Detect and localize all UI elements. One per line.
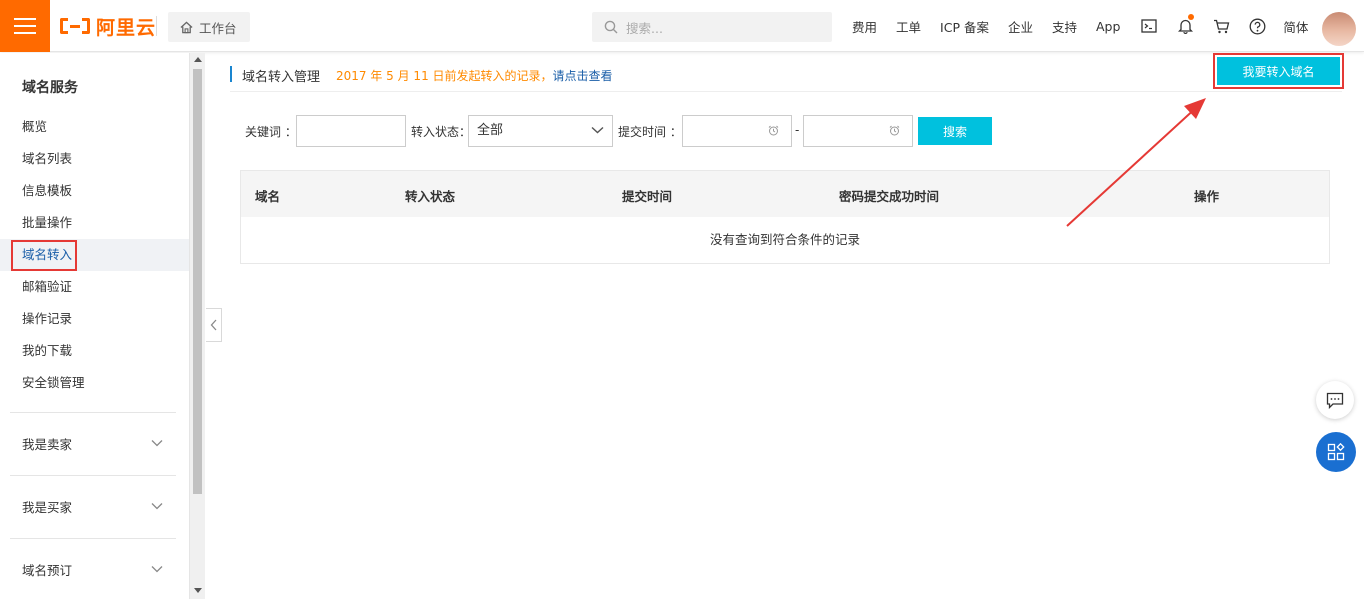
status-select[interactable]: 全部 — [468, 115, 613, 147]
chevron-down-icon — [591, 126, 604, 134]
chevron-down-icon — [151, 440, 163, 447]
filter-bar: 关键词 ： 转入状态： 全部 提交时间 ： - 搜索 — [245, 115, 1005, 147]
transfer-domain-button-highlight: 我要转入域名 — [1213, 53, 1344, 89]
workbench-button[interactable]: 工作台 — [168, 12, 250, 42]
sidebar-group-buyer[interactable]: 我是买家 — [0, 488, 189, 528]
chevron-down-icon — [151, 566, 163, 573]
sidebar-item-overview[interactable]: 概览 — [0, 111, 189, 143]
status-label: 转入状态： — [411, 125, 472, 139]
global-search-input[interactable]: 搜索... — [592, 12, 832, 42]
chat-icon — [1326, 392, 1344, 409]
notice-link[interactable]: 请点击查看 — [553, 69, 613, 83]
notification-bell-icon[interactable] — [1175, 14, 1195, 36]
status-selected-value: 全部 — [477, 123, 504, 138]
end-date-input[interactable] — [803, 115, 913, 147]
column-header-status: 转入状态 — [405, 189, 456, 204]
cart-icon[interactable] — [1211, 16, 1231, 36]
search-button[interactable]: 搜索 — [918, 117, 992, 145]
scroll-up-arrow[interactable] — [194, 57, 202, 62]
clock-icon — [889, 125, 900, 136]
hamburger-menu-button[interactable] — [0, 0, 50, 52]
sidebar-item-domain-transfer[interactable]: 域名转入 — [0, 239, 189, 271]
nav-icp[interactable]: ICP 备案 — [940, 17, 989, 36]
sidebar-item-email-verify[interactable]: 邮箱验证 — [0, 271, 189, 303]
help-icon[interactable] — [1247, 16, 1267, 36]
start-date-input[interactable] — [682, 115, 792, 147]
submit-time-label: 提交时间 ： — [618, 125, 682, 139]
sidebar: 域名服务 概览 域名列表 信息模板 批量操作 域名转入 邮箱验证 操作记录 我的… — [0, 53, 189, 599]
menu-icon-line — [14, 25, 36, 27]
annotation-arrow — [1066, 98, 1206, 227]
sidebar-group-reservation[interactable]: 域名预订 — [0, 551, 189, 591]
search-icon — [604, 20, 618, 34]
scroll-thumb[interactable] — [193, 69, 202, 494]
scroll-down-arrow[interactable] — [194, 588, 202, 593]
chevron-down-icon — [151, 503, 163, 510]
chat-support-button[interactable] — [1316, 381, 1354, 419]
annotation-highlight-box — [11, 240, 77, 271]
nav-app[interactable]: App — [1096, 19, 1120, 34]
sidebar-group-seller[interactable]: 我是卖家 — [0, 425, 189, 465]
page-header: 域名转入管理 2017 年 5 月 11 日前发起转入的记录，请点击查看 — [230, 62, 1342, 92]
top-nav: 费用 工单 ICP 备案 企业 支持 App 简体 — [852, 0, 1327, 52]
keyword-label: 关键词 ： — [245, 125, 297, 139]
nav-tickets[interactable]: 工单 — [896, 17, 921, 36]
nav-support[interactable]: 支持 — [1052, 17, 1077, 36]
apps-grid-icon — [1327, 443, 1345, 461]
home-icon — [180, 21, 193, 33]
workbench-label: 工作台 — [199, 20, 237, 36]
sidebar-item-info-template[interactable]: 信息模板 — [0, 175, 189, 207]
menu-icon-line — [14, 32, 36, 34]
sidebar-divider — [10, 475, 176, 476]
sidebar-item-domain-list[interactable]: 域名列表 — [0, 143, 189, 175]
date-range-separator: - — [795, 123, 800, 137]
sidebar-divider — [10, 538, 176, 539]
sidebar-divider — [10, 412, 176, 413]
page-title: 域名转入管理 — [242, 70, 321, 85]
sidebar-item-security-lock[interactable]: 安全锁管理 — [0, 367, 189, 399]
menu-icon-line — [14, 18, 36, 20]
transfer-domain-button[interactable]: 我要转入域名 — [1217, 57, 1340, 85]
nav-billing[interactable]: 费用 — [852, 17, 877, 36]
language-switch[interactable]: 简体 — [1283, 17, 1308, 36]
aliyun-logo-icon — [60, 17, 90, 35]
keyword-input[interactable] — [296, 115, 406, 147]
notice-text: 2017 年 5 月 11 日前发起转入的记录， — [336, 69, 553, 83]
sidebar-group-label: 我是买家 — [22, 500, 73, 515]
notification-badge — [1188, 14, 1195, 20]
sidebar-scrollbar[interactable] — [189, 53, 205, 599]
top-bar: 阿里云 工作台 搜索... 费用 工单 ICP 备案 企业 支持 App 简体 — [0, 0, 1364, 52]
column-header-password-time: 密码提交成功时间 — [839, 189, 940, 204]
sidebar-group-label: 域名预订 — [22, 563, 73, 578]
sidebar-item-my-downloads[interactable]: 我的下载 — [0, 335, 189, 367]
sidebar-item-operation-log[interactable]: 操作记录 — [0, 303, 189, 335]
aliyun-logo[interactable]: 阿里云 — [60, 14, 157, 39]
sidebar-group-label: 我是卖家 — [22, 437, 73, 452]
logo-text: 阿里云 — [96, 16, 157, 39]
user-avatar[interactable] — [1322, 12, 1356, 46]
sidebar-item-batch-ops[interactable]: 批量操作 — [0, 207, 189, 239]
clock-icon — [768, 125, 779, 136]
column-header-submit-time: 提交时间 — [622, 189, 673, 204]
nav-enterprise[interactable]: 企业 — [1008, 17, 1033, 36]
terminal-icon[interactable] — [1139, 16, 1159, 36]
sidebar-collapse-button[interactable] — [206, 308, 222, 342]
sidebar-title: 域名服务 — [22, 80, 78, 96]
logo-divider — [156, 16, 157, 36]
search-placeholder: 搜索... — [626, 20, 663, 36]
column-header-domain: 域名 — [255, 189, 281, 204]
legacy-records-notice: 2017 年 5 月 11 日前发起转入的记录，请点击查看 — [336, 67, 613, 84]
chevron-left-icon — [210, 319, 217, 331]
apps-launcher-button[interactable] — [1316, 432, 1356, 472]
title-accent-bar — [230, 66, 232, 82]
